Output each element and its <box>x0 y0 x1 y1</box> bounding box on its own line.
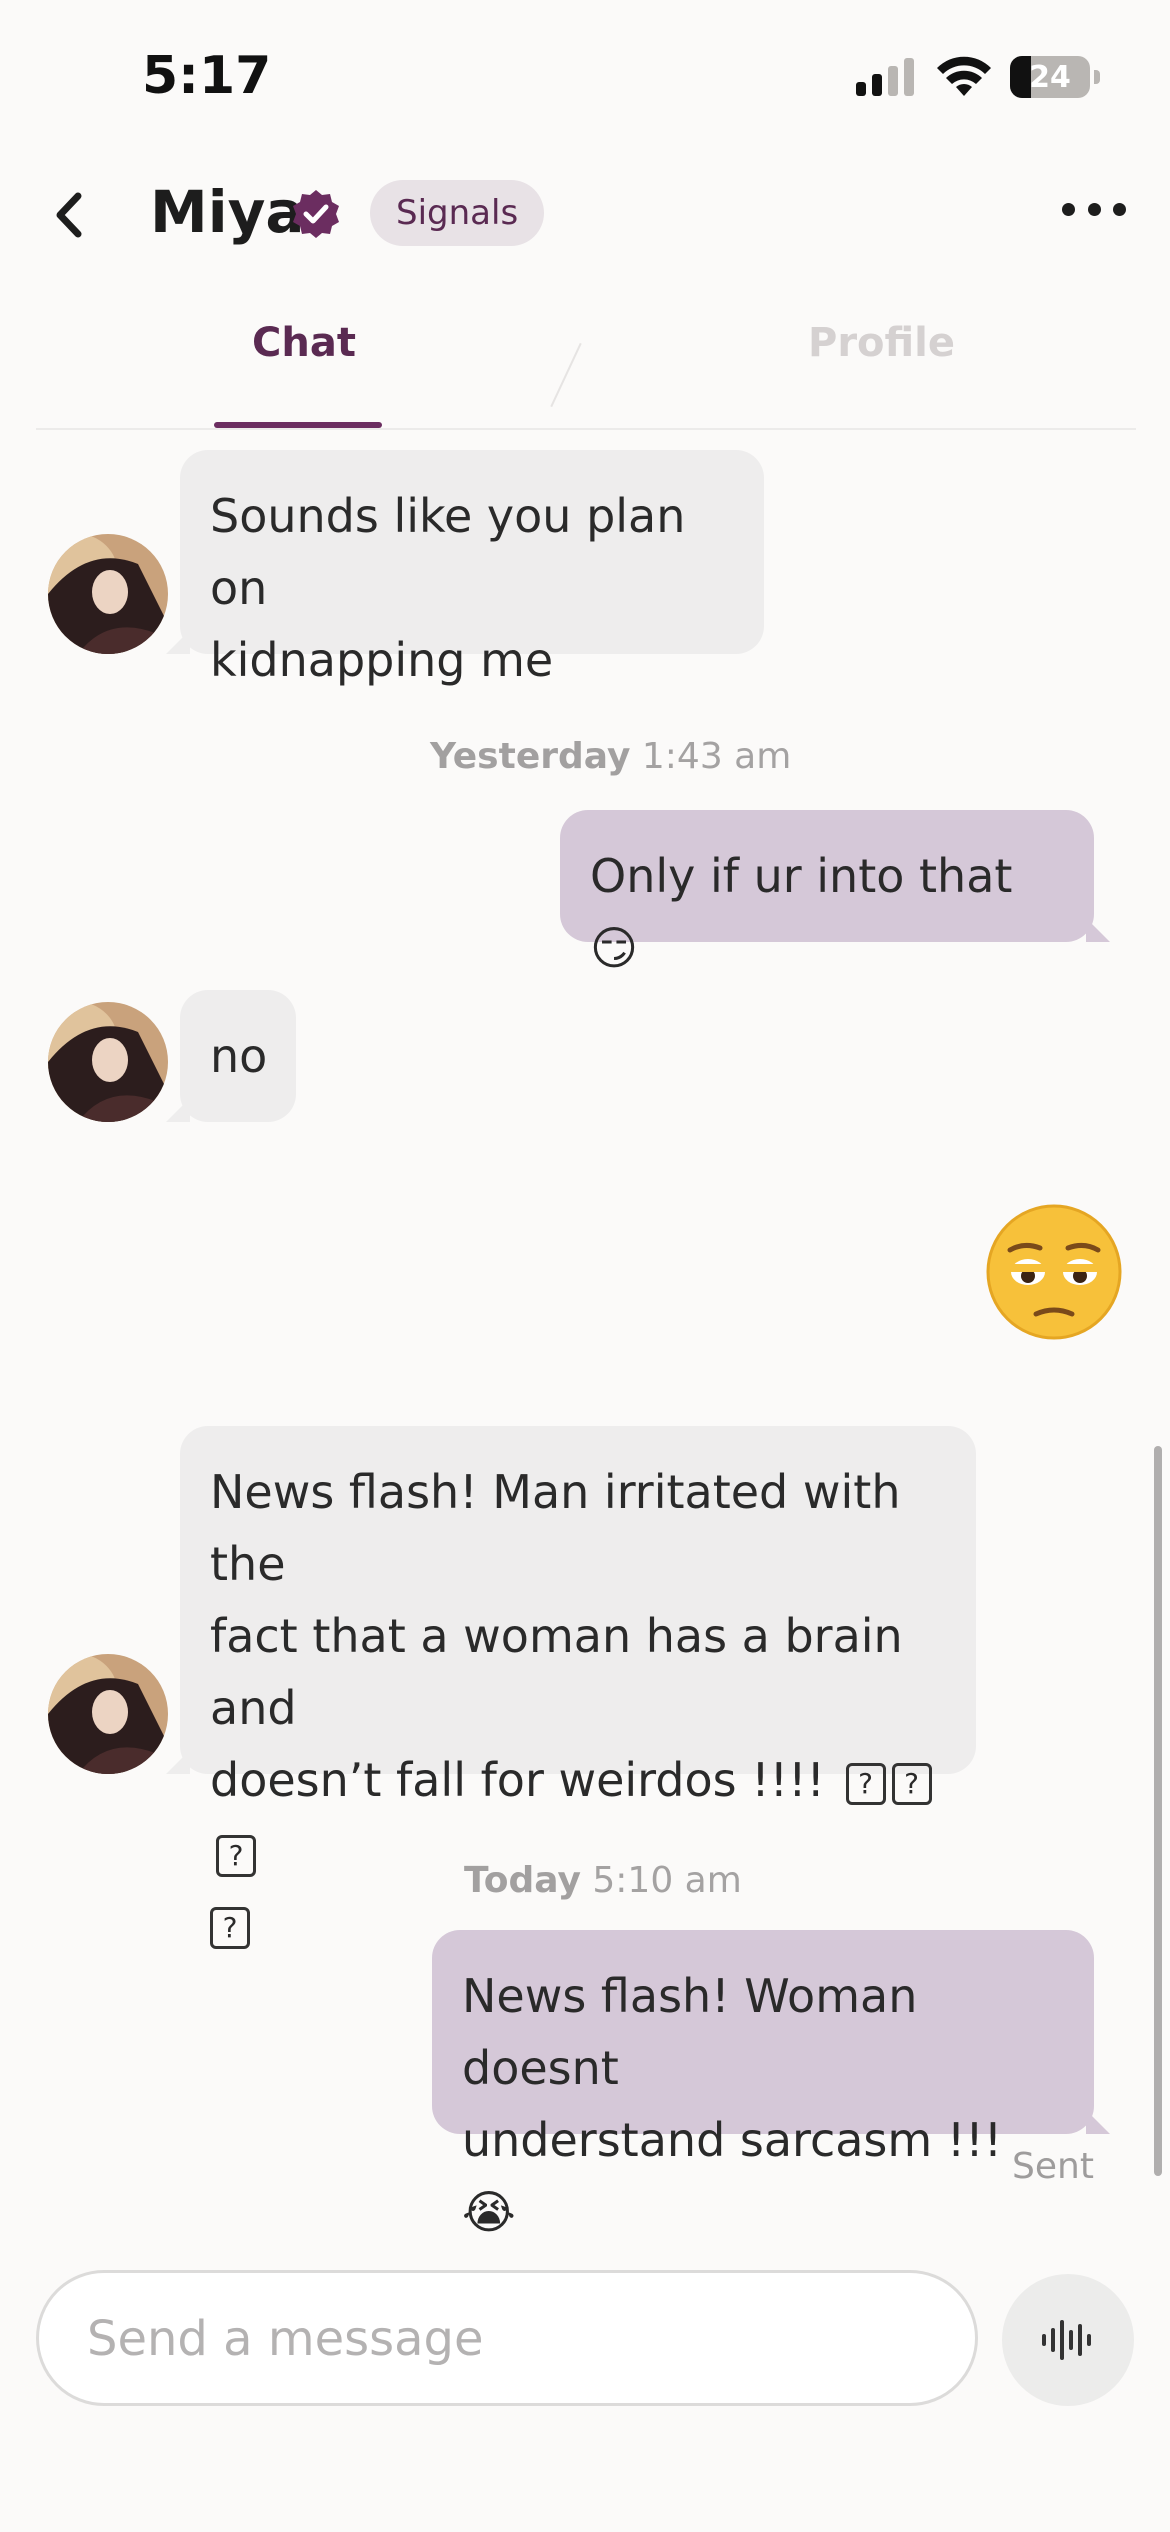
message-text: understand sarcasm !!! 😭 <box>462 2113 1003 2239</box>
timestamp: Yesterday 1:43 am <box>430 736 791 777</box>
message-text: Sounds like you plan on <box>210 489 686 615</box>
voice-message-button[interactable] <box>1002 2274 1134 2406</box>
back-button[interactable] <box>38 180 98 250</box>
message-bubble-incoming[interactable]: News flash! Man irritated with the fact … <box>180 1426 976 1949</box>
message-text: Only if ur into that 😏 <box>590 849 1013 975</box>
timestamp-day: Yesterday <box>430 736 631 777</box>
missing-glyph-icon: ? <box>216 1834 256 1877</box>
timestamp: Today 5:10 am <box>464 1860 742 1901</box>
avatar[interactable] <box>48 1654 168 1774</box>
dot-icon <box>1062 202 1075 216</box>
status-time: 5:17 <box>142 46 272 106</box>
tab-divider <box>36 428 1136 430</box>
message-bubble-outgoing[interactable]: Only if ur into that 😏 <box>560 810 1094 975</box>
status-bar: 5:17 24 <box>0 0 1170 150</box>
message-bubble-outgoing[interactable]: News flash! Woman doesnt understand sarc… <box>432 1930 1094 2239</box>
waveform-icon <box>1042 2320 1091 2360</box>
battery-nub <box>1094 70 1100 84</box>
missing-glyph-icon: ? <box>891 1762 932 1805</box>
profile-photo <box>48 1002 168 1122</box>
scrollbar[interactable] <box>1154 1446 1162 2176</box>
chevron-left-icon <box>56 192 82 238</box>
battery-icon: 24 <box>1010 56 1090 98</box>
timestamp-day: Today <box>464 1860 581 1901</box>
sent-status: Sent <box>1012 2146 1094 2187</box>
more-options-button[interactable] <box>1062 196 1126 222</box>
profile-photo <box>48 1654 168 1774</box>
message-text: News flash! Man irritated with the <box>210 1465 901 1591</box>
wifi-icon <box>937 56 991 96</box>
tab-separator <box>550 342 582 408</box>
signals-badge[interactable]: Signals <box>370 180 545 246</box>
tab-profile[interactable]: Profile <box>808 320 955 366</box>
missing-glyph-icon: ? <box>210 1906 250 1949</box>
message-input-placeholder: Send a message <box>87 2311 484 2367</box>
timestamp-time: 1:43 am <box>641 736 792 777</box>
message-text: fact that a woman has a brain and <box>210 1609 903 1735</box>
avatar[interactable] <box>48 534 168 654</box>
timestamp-time: 5:10 am <box>592 1860 742 1901</box>
profile-photo <box>48 534 168 654</box>
battery-level: 24 <box>1029 60 1071 95</box>
message-text: kidnapping me <box>210 633 554 687</box>
tab-chat[interactable]: Chat <box>252 320 356 366</box>
cellular-signal-icon <box>856 58 916 96</box>
dot-icon <box>1087 202 1101 216</box>
message-text: no <box>210 1029 268 1083</box>
contact-name[interactable]: Miya <box>150 178 305 246</box>
message-text: doesn’t fall for weirdos !!!! <box>210 1753 825 1807</box>
bubble-tail <box>1086 918 1110 942</box>
bubble-tail <box>1086 2110 1110 2134</box>
message-bubble-incoming[interactable]: Sounds like you plan on kidnapping me <box>180 450 764 687</box>
message-input[interactable]: Send a message <box>36 2270 978 2406</box>
message-text: News flash! Woman doesnt <box>462 1969 918 2095</box>
avatar[interactable] <box>48 1002 168 1122</box>
message-bubble-incoming[interactable]: no <box>180 990 296 1122</box>
missing-glyph-icon: ? <box>845 1762 886 1805</box>
weary-face-emoji[interactable] <box>984 1202 1124 1342</box>
verified-badge-icon <box>293 190 339 238</box>
dot-icon <box>1113 202 1126 216</box>
